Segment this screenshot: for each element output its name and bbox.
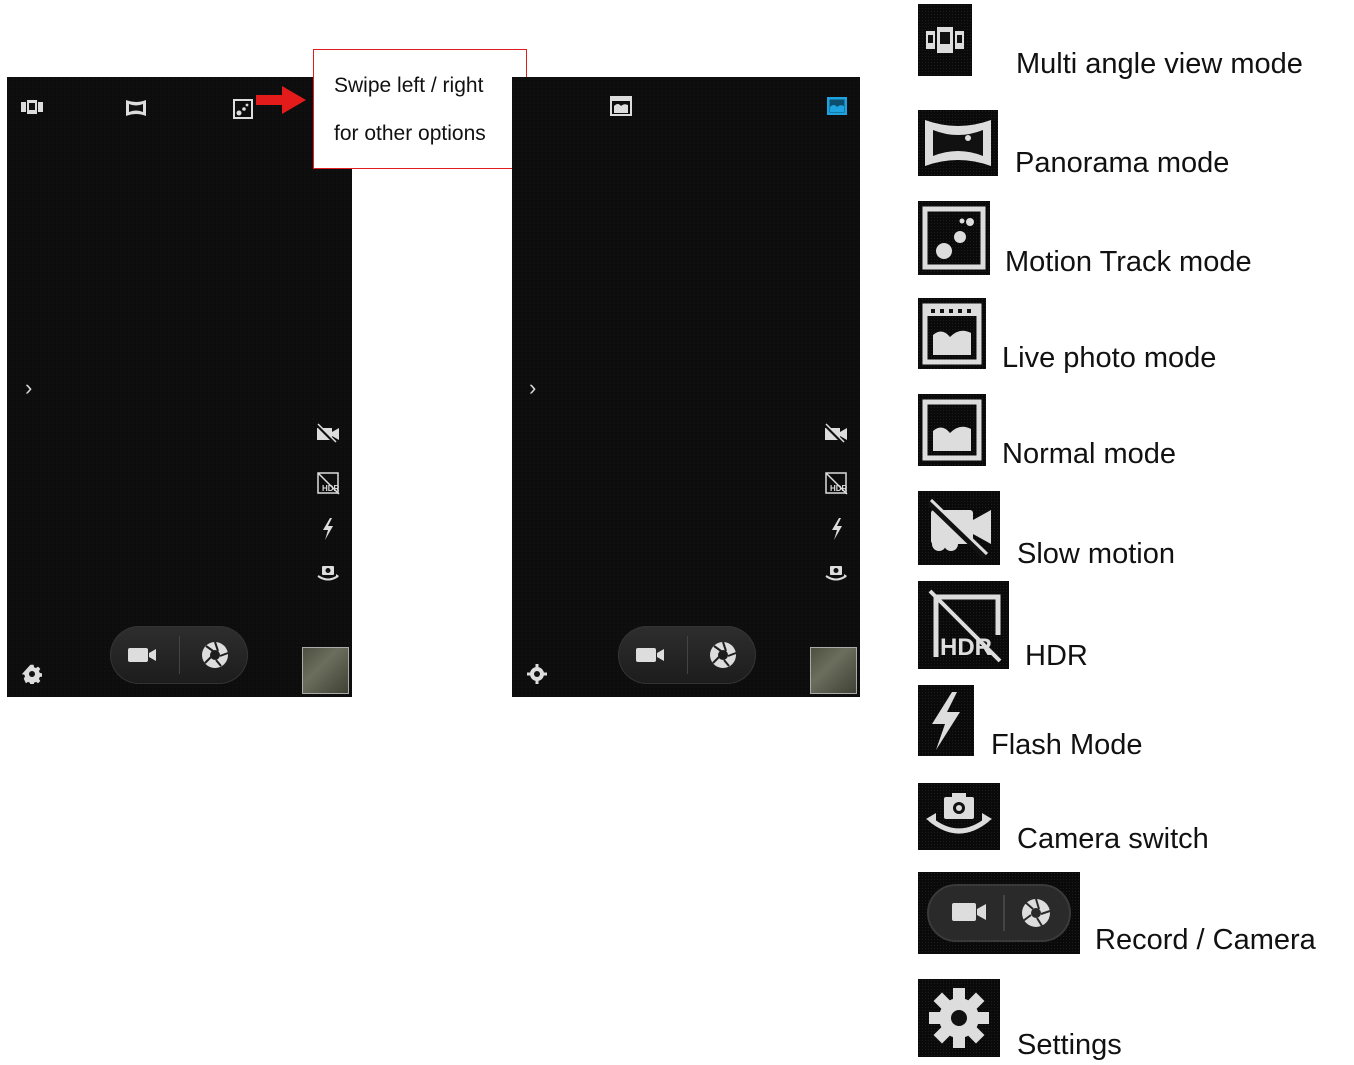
live-photo-icon: [918, 298, 986, 369]
expand-arrow-icon[interactable]: ›: [529, 377, 536, 399]
multi-angle-view-icon: [918, 4, 972, 76]
settings-icon: [918, 979, 1000, 1057]
normal-mode-icon: [918, 394, 986, 466]
gallery-thumbnail[interactable]: [302, 647, 349, 694]
slow-motion-icon[interactable]: [823, 423, 849, 445]
multi-angle-view-icon[interactable]: [21, 99, 43, 115]
legend-label: Live photo mode: [1002, 342, 1217, 374]
legend-label: Record / Camera: [1095, 924, 1316, 956]
legend-label: Motion Track mode: [1005, 246, 1252, 278]
legend-label: Camera switch: [1017, 823, 1209, 855]
slow-motion-icon[interactable]: [315, 423, 341, 445]
legend-label: Multi angle view mode: [1016, 48, 1303, 80]
video-record-icon[interactable]: [636, 645, 666, 665]
callout-line-2: for other options: [334, 122, 486, 145]
svg-text:HDR: HDR: [322, 484, 340, 493]
record-camera-toggle[interactable]: [110, 626, 248, 684]
video-record-icon[interactable]: [128, 645, 158, 665]
camera-switch-icon: [918, 783, 1000, 850]
arrow-right-icon: [256, 86, 306, 119]
gallery-thumbnail[interactable]: [810, 647, 857, 694]
legend-label: Slow motion: [1017, 538, 1175, 570]
flash-icon[interactable]: [830, 518, 844, 540]
motion-track-icon[interactable]: [233, 99, 253, 119]
camera-screen-left: › HDR: [7, 77, 352, 697]
shutter-icon[interactable]: [709, 641, 737, 669]
slow-motion-icon: [918, 491, 1000, 565]
camera-switch-icon[interactable]: [823, 563, 849, 585]
legend-label: Flash Mode: [991, 729, 1143, 761]
hdr-icon[interactable]: HDR: [825, 471, 849, 495]
camera-switch-icon[interactable]: [315, 563, 341, 585]
panorama-icon: [918, 110, 998, 176]
legend-label: Panorama mode: [1015, 147, 1230, 179]
flash-icon[interactable]: [321, 518, 335, 540]
legend-label: Normal mode: [1002, 438, 1177, 470]
expand-arrow-icon[interactable]: ›: [25, 377, 32, 399]
toggle-divider: [179, 636, 180, 674]
record-camera-icon: [918, 872, 1080, 954]
camera-screen-right: › HDR: [512, 77, 860, 697]
hdr-icon[interactable]: HDR: [317, 471, 341, 495]
svg-text:HDR: HDR: [940, 634, 992, 661]
shutter-icon[interactable]: [201, 641, 229, 669]
swipe-callout: Swipe left / right for other options: [313, 49, 527, 169]
hdr-icon: HDR: [918, 581, 1009, 669]
settings-icon[interactable]: [527, 664, 547, 684]
toggle-divider: [687, 636, 688, 674]
flash-icon: [918, 685, 974, 756]
settings-icon[interactable]: [22, 664, 42, 684]
svg-text:HDR: HDR: [830, 484, 848, 493]
motion-track-icon: [918, 201, 990, 275]
panorama-icon[interactable]: [125, 99, 147, 117]
legend-label: HDR: [1025, 640, 1088, 672]
record-camera-toggle[interactable]: [618, 626, 756, 684]
normal-mode-icon[interactable]: [826, 96, 848, 116]
live-photo-icon[interactable]: [610, 96, 632, 116]
callout-line-1: Swipe left / right: [334, 74, 484, 97]
legend-label: Settings: [1017, 1029, 1122, 1061]
